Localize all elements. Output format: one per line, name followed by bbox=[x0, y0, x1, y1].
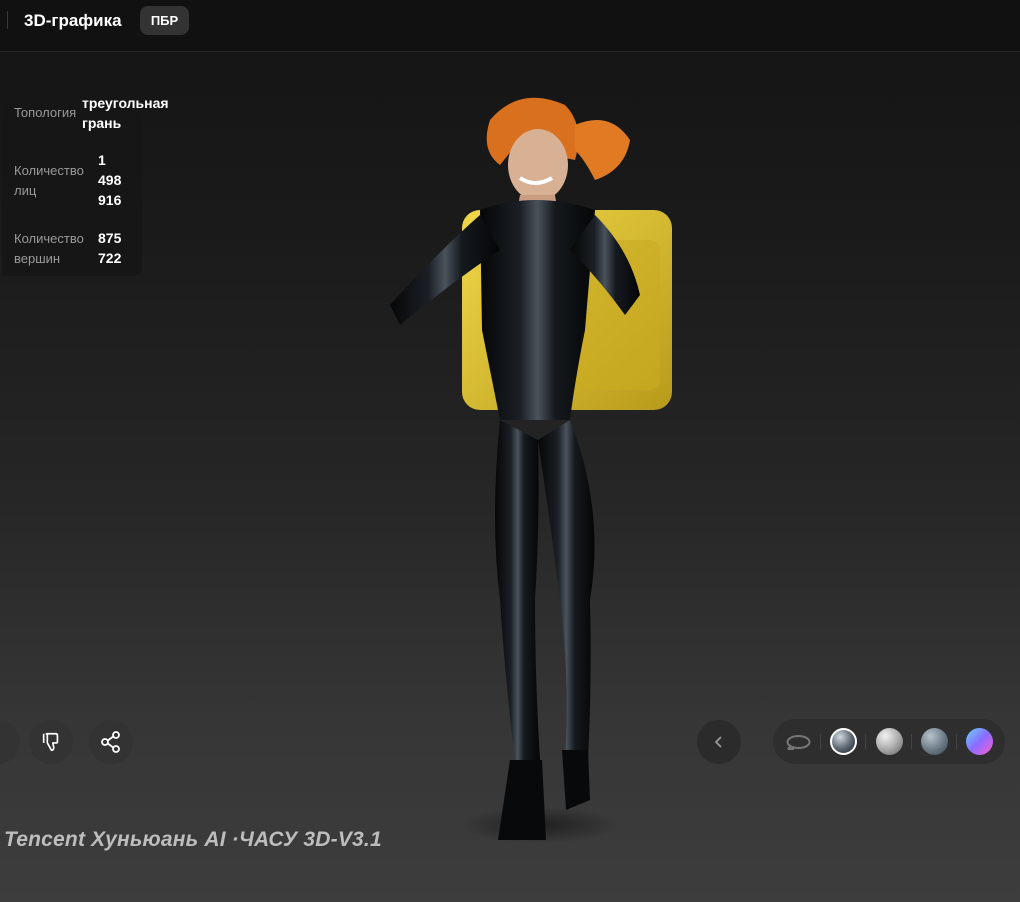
rotate-icon[interactable] bbox=[785, 728, 812, 755]
partial-icon bbox=[2, 734, 18, 750]
dislike-button[interactable] bbox=[29, 720, 73, 764]
vertices-value: 875 722 bbox=[98, 230, 122, 266]
left-leg bbox=[495, 420, 540, 760]
white-clay-mode[interactable] bbox=[876, 728, 903, 755]
divider bbox=[865, 734, 866, 749]
faces-label: Количество лиц bbox=[14, 163, 84, 198]
pbr-badge[interactable]: ПБР bbox=[140, 6, 189, 35]
topology-value: треугольная грань bbox=[82, 95, 169, 131]
faces-value: 1 498 916 bbox=[98, 152, 122, 208]
divider bbox=[7, 11, 8, 29]
chevron-left-icon bbox=[714, 736, 722, 748]
render-mode-toolbar bbox=[773, 719, 1005, 764]
previous-button[interactable] bbox=[697, 720, 741, 764]
top-bar: 3D-графика ПБР bbox=[0, 0, 1020, 52]
topology-label: Топология bbox=[14, 105, 77, 120]
vertices-label: Количество вершин bbox=[14, 231, 84, 266]
partial-button[interactable] bbox=[0, 720, 20, 764]
normal-map-mode[interactable] bbox=[966, 728, 993, 755]
share-icon bbox=[101, 731, 120, 753]
pbr-material-mode[interactable] bbox=[830, 728, 857, 755]
share-button[interactable] bbox=[89, 720, 133, 764]
texture-mode[interactable] bbox=[921, 728, 948, 755]
face bbox=[508, 129, 568, 201]
page-title: 3D-графика bbox=[24, 11, 122, 30]
divider bbox=[911, 734, 912, 749]
divider bbox=[820, 734, 821, 749]
divider bbox=[956, 734, 957, 749]
thumbs-down-icon bbox=[42, 732, 59, 752]
watermark: Tencent Хуньюань AI ·ЧАСУ 3D-V3.1 bbox=[4, 828, 382, 851]
right-leg bbox=[538, 420, 595, 760]
model-viewport[interactable] bbox=[370, 80, 690, 880]
model-stats-panel: Топология треугольная грань Количество л… bbox=[2, 90, 169, 276]
